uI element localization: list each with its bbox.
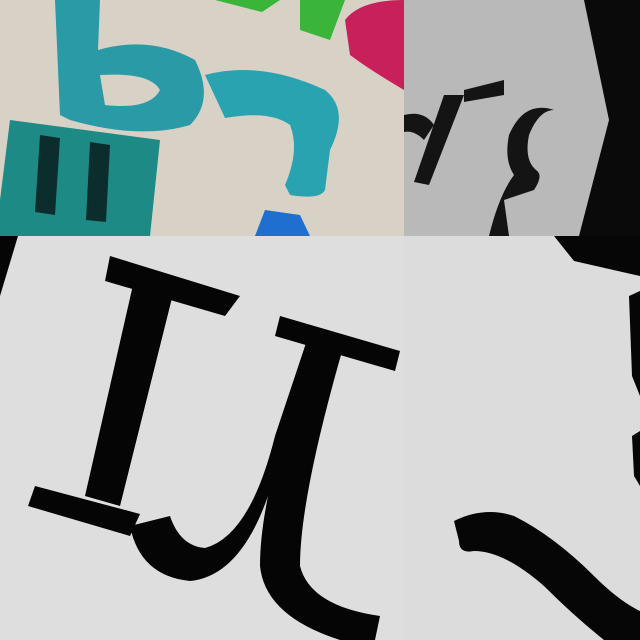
glyph-stroke-drawing xyxy=(404,236,640,640)
image-mosaic xyxy=(0,0,640,640)
glyph-stroke-photo xyxy=(404,236,640,640)
serif-glyph-photo xyxy=(0,236,404,640)
rotated-print-photo xyxy=(404,0,640,236)
teal-letter-sha xyxy=(0,120,160,236)
serif-glyph-drawing xyxy=(0,236,404,640)
magnetic-letters-drawing xyxy=(0,0,404,236)
rotated-print-drawing xyxy=(404,0,640,236)
magnetic-letters-photo xyxy=(0,0,404,236)
